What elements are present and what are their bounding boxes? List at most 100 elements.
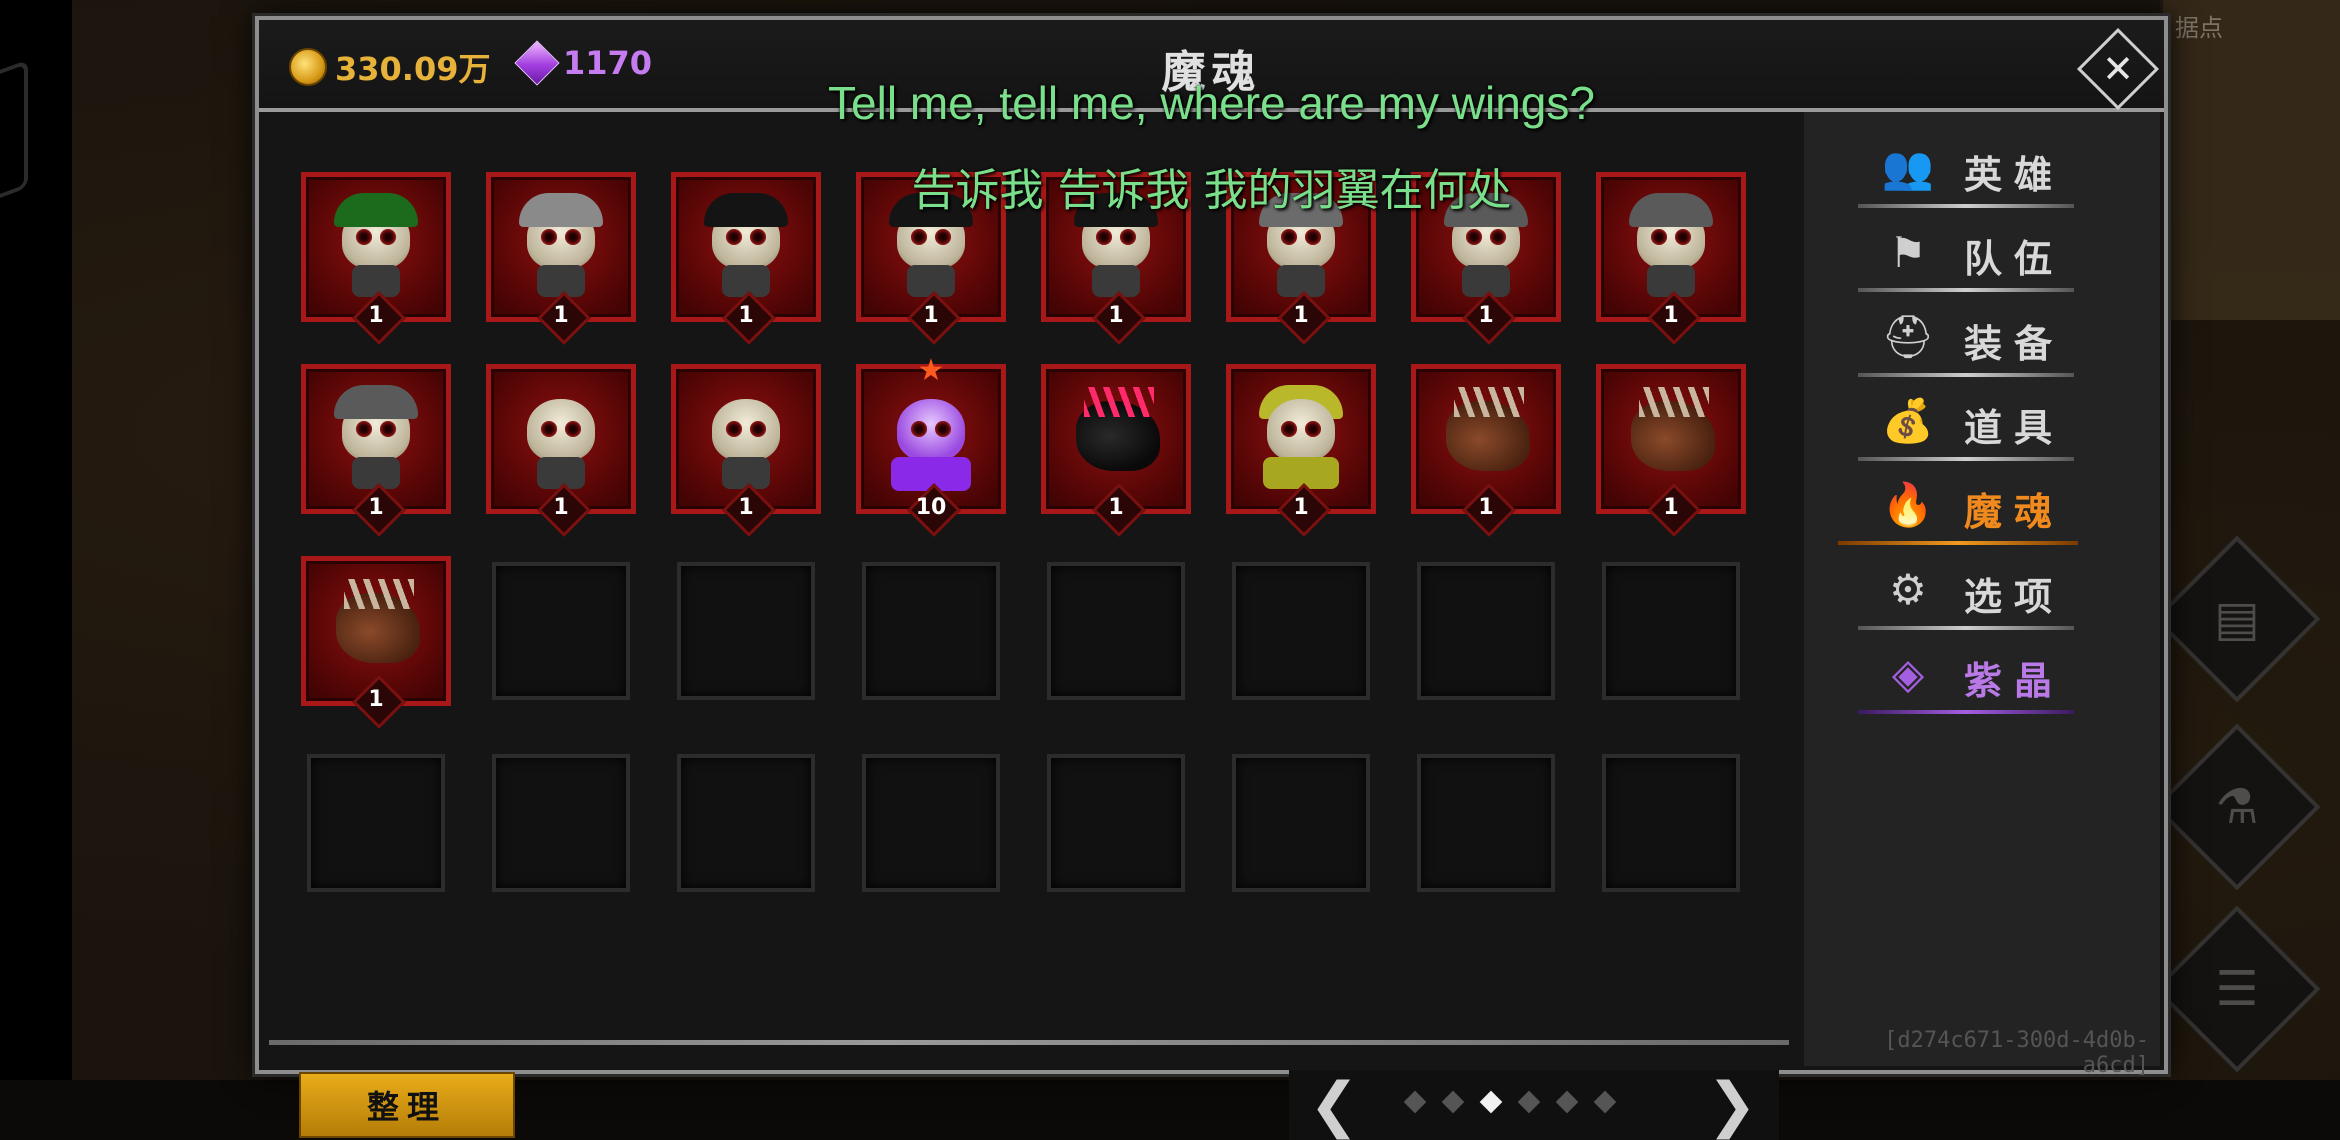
sidebar-item-label: 队伍 — [1964, 237, 2065, 282]
page-dot[interactable] — [1441, 1090, 1465, 1114]
level-badge: 1 — [1092, 291, 1146, 345]
soul-slot[interactable]: 1 — [1596, 364, 1746, 537]
soul-slot[interactable]: 1 — [301, 556, 451, 729]
level-badge: 1 — [722, 483, 776, 537]
level-number: 1 — [1293, 494, 1309, 520]
sidebar-item-helmet[interactable]: ⛑ 装备 — [1844, 299, 2124, 379]
page-dots — [1403, 1090, 1617, 1114]
next-page-button[interactable]: ❯ — [1697, 1070, 1767, 1140]
empty-slot[interactable] — [1602, 562, 1740, 700]
level-badge: 1 — [1462, 483, 1516, 537]
level-badge: 1 — [1647, 291, 1701, 345]
empty-slot[interactable] — [1602, 754, 1740, 892]
spiked-beast-icon — [1623, 381, 1719, 491]
soul-slot[interactable]: 1 — [1041, 364, 1191, 537]
pager: ❮ ❯ — [1289, 1070, 1779, 1140]
empty-slot[interactable] — [492, 562, 630, 700]
sidebar-item-label: 道具 — [1964, 405, 2065, 450]
soul-grid: 1 1 1 1 1 1 1 1 1 1 1 ★ 10 1 1 1 1 1 — [301, 172, 1746, 898]
level-badge: 1 — [1647, 483, 1701, 537]
skeleton-horned-icon — [328, 381, 424, 491]
minimap[interactable]: 据点 — [2160, 0, 2340, 320]
soul-panel: 330.09万 1170 魔魂 ✕ 1 1 1 1 1 1 1 1 1 1 1 ★ 10 1 1 1 1 1 整理… — [255, 16, 2168, 1140]
sidebar-item-flame[interactable]: 🔥 魔魂 — [1838, 467, 2124, 547]
empty-slot[interactable] — [1232, 562, 1370, 700]
level-number: 1 — [368, 302, 384, 328]
session-id: [d274c671-300d-4d0b-a6cd] — [1884, 1028, 2149, 1078]
level-badge: 1 — [907, 291, 961, 345]
skeleton-plain-icon — [698, 381, 794, 491]
soul-slot[interactable]: 1 — [1226, 364, 1376, 537]
menu-icon: ☰ — [2215, 961, 2259, 1017]
flame-icon: 🔥 — [1881, 480, 1935, 530]
soul-slot[interactable]: 1 — [671, 364, 821, 537]
spiked-beast-icon — [1438, 381, 1534, 491]
soul-inventory: 1 1 1 1 1 1 1 1 1 1 1 ★ 10 1 1 1 1 1 整理 ❮ ❯ — [259, 112, 1799, 1140]
underline — [1858, 709, 2074, 714]
level-badge: 10 — [907, 483, 961, 537]
empty-slot[interactable] — [1417, 562, 1555, 700]
sort-button[interactable]: 整理 — [299, 1072, 515, 1138]
empty-slot[interactable] — [1417, 754, 1555, 892]
level-number: 1 — [553, 494, 569, 520]
bag-icon: 💰 — [1881, 395, 1935, 445]
divider — [269, 1040, 1789, 1045]
page-dot[interactable] — [1403, 1090, 1427, 1114]
page-dot[interactable] — [1555, 1090, 1579, 1114]
subtitle-english: Tell me, tell me, where are my wings? — [828, 77, 1595, 129]
star-icon: ★ — [917, 353, 945, 388]
level-number: 1 — [1293, 302, 1309, 328]
empty-slot[interactable] — [677, 562, 815, 700]
level-badge: 1 — [722, 291, 776, 345]
empty-slot[interactable] — [677, 754, 815, 892]
empty-slot[interactable] — [862, 562, 1000, 700]
soul-slot[interactable]: 1 — [301, 364, 451, 537]
page-dot[interactable] — [1593, 1090, 1617, 1114]
empty-slot[interactable] — [307, 754, 445, 892]
empty-slot[interactable] — [1047, 754, 1185, 892]
sidebar-item-crystal[interactable]: ◈ 紫晶 — [1844, 636, 2124, 716]
potion-icon: ⚗ — [2215, 779, 2259, 835]
level-number: 1 — [368, 494, 384, 520]
level-badge: 1 — [352, 291, 406, 345]
purple-mage-icon — [883, 381, 979, 492]
soul-slot[interactable]: 1 — [486, 364, 636, 537]
soul-slot[interactable]: 1 — [1411, 364, 1561, 537]
scroll-icon: ▤ — [2214, 591, 2260, 647]
sidebar-item-label: 紫晶 — [1964, 658, 2065, 703]
spiked-beast-icon — [328, 573, 424, 683]
level-badge: 1 — [1277, 291, 1331, 345]
empty-slot[interactable] — [492, 754, 630, 892]
underline — [1838, 541, 2078, 546]
page-dot[interactable] — [1479, 1090, 1503, 1114]
empty-slot[interactable] — [862, 754, 1000, 892]
empty-slot[interactable] — [1047, 562, 1185, 700]
level-number: 1 — [1478, 302, 1494, 328]
level-number: 1 — [1663, 302, 1679, 328]
golden-lich-icon — [1253, 381, 1349, 491]
level-number: 1 — [1108, 494, 1124, 520]
level-number: 1 — [368, 686, 384, 712]
level-number: 1 — [923, 302, 939, 328]
flag-icon: ⚑ — [1889, 227, 1927, 277]
level-badge: 1 — [537, 483, 591, 537]
level-badge: 1 — [352, 675, 406, 729]
level-badge: 1 — [537, 291, 591, 345]
sidebar-item-bag[interactable]: 💰 道具 — [1844, 383, 2124, 463]
black-wolf-icon — [1068, 381, 1164, 491]
underline — [1858, 456, 2074, 461]
empty-slot[interactable] — [1232, 754, 1370, 892]
prev-page-button[interactable]: ❮ — [1299, 1070, 1369, 1140]
underline — [1858, 372, 2074, 377]
soul-slot[interactable]: ★ 10 — [856, 353, 1006, 537]
sidebar-item-gear[interactable]: ⚙ 选项 — [1844, 552, 2124, 632]
level-number: 1 — [1663, 494, 1679, 520]
crystal-icon: ◈ — [1891, 649, 1925, 699]
helmet-icon: ⛑ — [1881, 311, 1935, 361]
subtitle-chinese: 告诉我 告诉我 我的羽翼在何处 — [911, 165, 1512, 216]
sidebar-item-flag[interactable]: ⚑ 队伍 — [1844, 214, 2124, 294]
sidebar-item-label: 装备 — [1964, 321, 2065, 366]
level-badge: 1 — [352, 483, 406, 537]
page-dot[interactable] — [1517, 1090, 1541, 1114]
underline — [1858, 625, 2074, 630]
